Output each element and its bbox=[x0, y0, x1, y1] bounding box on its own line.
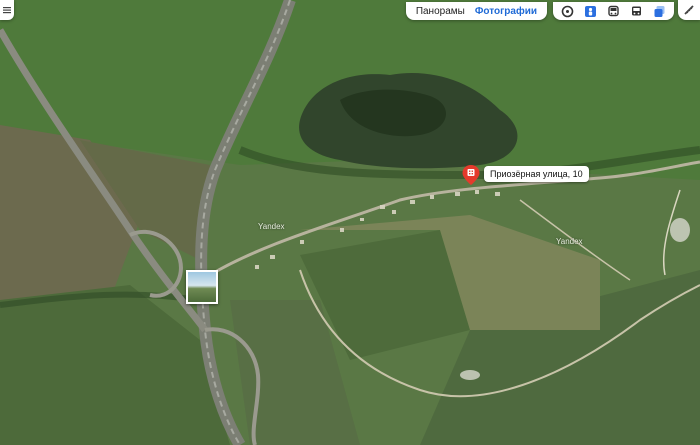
panorama-button[interactable] bbox=[584, 5, 597, 18]
map-watermark-right: Yandex bbox=[556, 237, 583, 246]
route-button[interactable] bbox=[561, 5, 574, 18]
bus-button[interactable] bbox=[630, 5, 643, 18]
bus-icon bbox=[632, 6, 641, 15]
map-imagery bbox=[0, 0, 700, 445]
tab-panoramas[interactable]: Панорамы bbox=[416, 6, 465, 17]
satellite-map[interactable]: Панорамы Фотографии Приозёрная улица, 10… bbox=[0, 0, 700, 445]
layer-switch: Панорамы Фотографии bbox=[405, 2, 547, 20]
route-icon bbox=[561, 5, 574, 17]
tab-photos[interactable]: Фотографии bbox=[475, 6, 537, 17]
map-toolbar: Панорамы Фотографии bbox=[405, 0, 674, 22]
menu-button[interactable] bbox=[0, 0, 14, 20]
panorama-icon bbox=[585, 5, 596, 17]
layers-button[interactable] bbox=[653, 5, 666, 18]
photo-thumbnail[interactable] bbox=[186, 270, 218, 304]
metro-icon bbox=[608, 5, 619, 16]
map-watermark-left: Yandex bbox=[258, 222, 285, 231]
menu-icon bbox=[3, 7, 11, 14]
pin-address-label[interactable]: Приозёрная улица, 10 bbox=[484, 166, 589, 182]
ruler-button[interactable] bbox=[678, 0, 700, 20]
ruler-icon bbox=[684, 5, 694, 15]
location-pin-icon[interactable] bbox=[460, 164, 482, 186]
layers-icon bbox=[654, 5, 665, 17]
map-tools bbox=[553, 2, 674, 20]
metro-button[interactable] bbox=[607, 5, 620, 18]
